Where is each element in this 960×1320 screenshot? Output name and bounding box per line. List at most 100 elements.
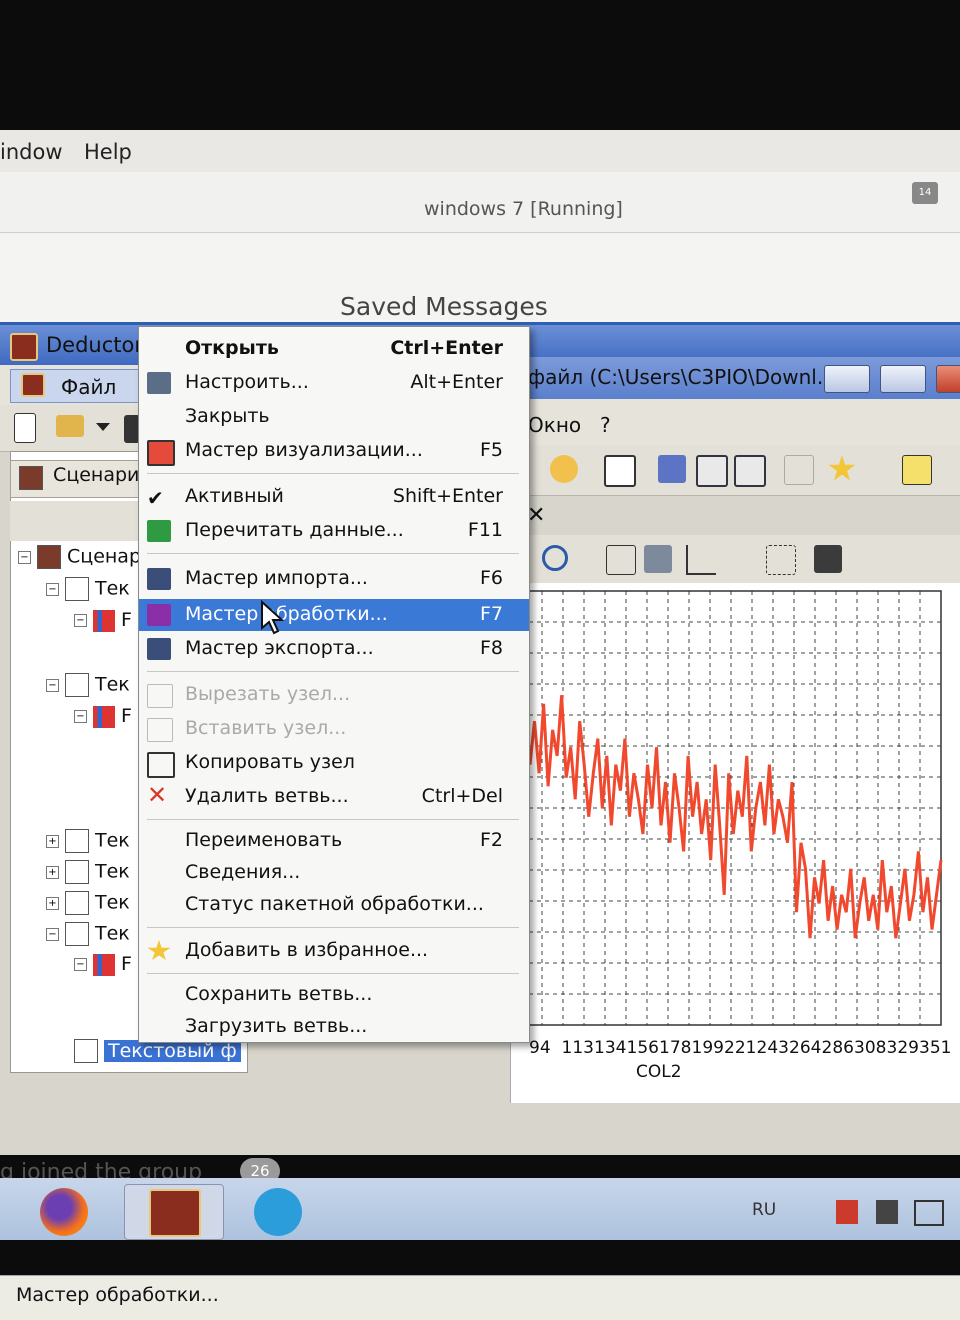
- file-menu-icon: [21, 373, 45, 397]
- menu-item-batch-status[interactable]: Статус пакетной обработки...: [139, 889, 529, 921]
- maximize-button[interactable]: [880, 365, 926, 393]
- mouse-cursor-icon: [261, 600, 284, 635]
- checkmark-icon: ✔: [147, 486, 164, 510]
- tree-node-root[interactable]: − Сценар: [18, 545, 141, 569]
- menu-item-copy-node[interactable]: Копировать узел: [139, 747, 529, 779]
- chart-icon: [93, 953, 115, 976]
- menu-item-save-branch[interactable]: Сохранить ветвь...: [139, 979, 529, 1011]
- tree-node-f[interactable]: − F: [74, 953, 132, 976]
- menu-item-configure[interactable]: Настроить... Alt+Enter: [139, 367, 529, 399]
- deductor-taskbar-button[interactable]: [124, 1184, 224, 1240]
- menu-item-add-favorite[interactable]: Добавить в избранное...: [139, 935, 529, 967]
- minimize-button[interactable]: [824, 365, 870, 393]
- tree-node-text[interactable]: + Тек: [46, 860, 130, 884]
- tree-node-f[interactable]: − F: [74, 705, 132, 728]
- chat-title: Saved Messages: [340, 292, 548, 321]
- tree-node-text[interactable]: + Тек: [46, 829, 130, 853]
- menu-help-ru[interactable]: ?: [600, 413, 611, 437]
- firefox-taskbar-button[interactable]: [16, 1184, 114, 1238]
- menu-item-processing-wizard[interactable]: Мастер обработки... F7: [139, 599, 529, 631]
- zoom-icon[interactable]: [542, 545, 568, 571]
- refresh-icon[interactable]: [550, 455, 578, 483]
- collapse-icon[interactable]: −: [46, 678, 59, 692]
- language-indicator[interactable]: RU: [752, 1200, 776, 1220]
- menu-item-open[interactable]: Открыть Ctrl+Enter: [139, 333, 529, 365]
- collapse-icon[interactable]: −: [18, 550, 31, 564]
- menu-item-reread-data[interactable]: Перечитать данные... F11: [139, 515, 529, 547]
- monitor-icon[interactable]: [914, 1200, 944, 1226]
- tree-node-text[interactable]: − Тек: [46, 922, 130, 946]
- x-tick-label: 221: [724, 1038, 756, 1058]
- emf-icon[interactable]: [814, 545, 842, 573]
- delete-icon: ✕: [147, 781, 168, 809]
- menu-item-close[interactable]: Закрыть: [139, 401, 529, 433]
- separator: [147, 671, 519, 672]
- menu-item-rename[interactable]: Переименовать F2: [139, 825, 529, 857]
- chart-icon: [93, 705, 115, 728]
- menu-item-visualization-wizard[interactable]: Мастер визуализации... F5: [139, 435, 529, 467]
- star-icon[interactable]: [828, 455, 856, 481]
- expand-icon[interactable]: +: [46, 865, 59, 879]
- child-menubar: Окно ?: [520, 405, 960, 445]
- open-folder-icon[interactable]: [56, 415, 84, 437]
- tree-node-f[interactable]: − F: [74, 609, 132, 632]
- menu-item-active[interactable]: ✔ Активный Shift+Enter: [139, 481, 529, 513]
- x-tick-label: 286: [822, 1038, 854, 1058]
- menu-item-delete-branch[interactable]: ✕ Удалить ветвь... Ctrl+Del: [139, 781, 529, 813]
- text-file-icon: [65, 891, 89, 915]
- tree-node-text[interactable]: + Тек: [46, 891, 130, 915]
- collapse-icon[interactable]: −: [74, 958, 87, 971]
- chart-icon: [93, 609, 115, 632]
- separator: [147, 819, 519, 820]
- list-icon[interactable]: [696, 455, 728, 487]
- menu-window-ru[interactable]: Окно: [528, 413, 581, 437]
- tree-node-text[interactable]: − Тек: [46, 577, 130, 601]
- collapse-icon[interactable]: −: [74, 614, 87, 627]
- line-chart-icon[interactable]: [686, 545, 716, 575]
- menu-file[interactable]: Файл: [10, 369, 140, 403]
- x-tick-label: 94: [529, 1038, 551, 1058]
- close-button[interactable]: [936, 365, 960, 393]
- collapse-icon[interactable]: −: [46, 582, 59, 596]
- collapse-icon[interactable]: −: [74, 710, 87, 723]
- copy-icon[interactable]: [644, 545, 672, 573]
- scenario-tab[interactable]: Сценари: [10, 460, 152, 498]
- telegram-taskbar-button[interactable]: [230, 1184, 328, 1238]
- tree-node-text[interactable]: − Тек: [46, 673, 130, 697]
- variable-icon[interactable]: [784, 455, 814, 485]
- menu-item-paste-node: Вставить узел...: [139, 713, 529, 745]
- child-toolbar: [520, 445, 960, 496]
- collapse-icon[interactable]: −: [46, 927, 59, 941]
- menu-item-load-branch[interactable]: Загрузить ветвь...: [139, 1011, 529, 1043]
- dropdown-arrow-icon[interactable]: [96, 423, 110, 431]
- menu-item-info[interactable]: Сведения...: [139, 857, 529, 889]
- host-menubar: indow Help: [0, 130, 960, 172]
- configure-icon: [147, 372, 171, 394]
- home-icon[interactable]: [604, 455, 636, 487]
- menu-help[interactable]: Help: [84, 140, 132, 164]
- help-icon[interactable]: [902, 455, 932, 485]
- new-icon[interactable]: [14, 413, 36, 443]
- columns-icon[interactable]: [734, 455, 766, 487]
- x-tick-label: 134: [594, 1038, 626, 1058]
- status-bar: Мастер обработки...: [0, 1275, 960, 1320]
- notification-flag-icon[interactable]: [836, 1200, 858, 1224]
- text-file-icon: [74, 1039, 98, 1063]
- copy-node-icon: [147, 752, 175, 778]
- network-icon[interactable]: [876, 1200, 898, 1224]
- windows-icon[interactable]: [658, 455, 686, 483]
- deductor-title: Deductor: [46, 333, 143, 357]
- expand-icon[interactable]: +: [46, 834, 59, 848]
- menu-file-label: Файл: [61, 375, 117, 399]
- menu-item-import-wizard[interactable]: Мастер импорта... F6: [139, 563, 529, 595]
- menu-window[interactable]: indow: [0, 140, 63, 164]
- expand-icon[interactable]: +: [46, 896, 59, 910]
- separator: [147, 973, 519, 974]
- favorite-star-icon: [147, 940, 171, 961]
- scenario-icon: [37, 545, 61, 569]
- status-text: Мастер обработки...: [16, 1284, 219, 1306]
- align-icon[interactable]: [606, 545, 636, 575]
- line-chart: 94 113 134 156 178 199 221 243 264 286 308 329 351 CO…: [519, 590, 951, 1082]
- menu-item-export-wizard[interactable]: Мастер экспорта... F8: [139, 633, 529, 665]
- export-icon[interactable]: [766, 545, 796, 575]
